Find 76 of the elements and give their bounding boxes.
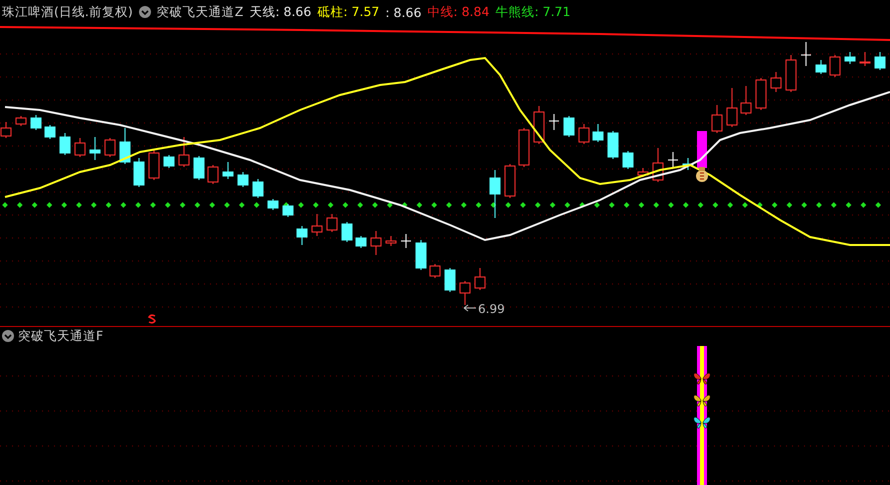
- candlestick: [326, 214, 338, 232]
- candlestick: [296, 226, 308, 246]
- candlestick: [148, 150, 160, 180]
- money-bag-icon: [696, 167, 708, 182]
- candlestick: [90, 136, 100, 160]
- candlestick: [312, 214, 322, 236]
- candlestick: [400, 234, 412, 248]
- low-price-label: 6.99: [478, 302, 505, 316]
- candlestick: [238, 172, 248, 188]
- candlestick: [268, 198, 278, 210]
- dropdown-icon[interactable]: [2, 330, 14, 342]
- candlestick: [194, 156, 204, 180]
- legend-value: 砥柱: 7.57: [317, 4, 380, 20]
- candlestick: [518, 128, 530, 168]
- legend-value: 中线: 8.84: [427, 4, 490, 20]
- candlestick: [490, 170, 500, 218]
- butterfly-icon: [694, 416, 710, 428]
- candlestick: [134, 158, 144, 188]
- candlestick: [16, 116, 26, 126]
- candlestick: [104, 138, 116, 158]
- candlestick: [386, 236, 396, 246]
- candlestick: [342, 222, 352, 242]
- candlestick: [638, 168, 648, 178]
- candlestick: [430, 264, 440, 278]
- indicator-name: 突破飞天通道Z: [156, 4, 244, 20]
- candlestick: [578, 124, 590, 144]
- signal-mark-icon: [148, 314, 156, 324]
- candlestick: [816, 60, 826, 74]
- candlestick: [860, 52, 870, 66]
- legend-value: : 8.66: [385, 4, 422, 20]
- candlestick: [564, 116, 574, 138]
- candlestick: [622, 150, 634, 170]
- butterfly-icon: [694, 394, 710, 406]
- candlestick: [60, 132, 70, 156]
- legend-value: 牛熊线: 7.71: [495, 4, 570, 20]
- butterfly-icon: [694, 372, 710, 384]
- dropdown-icon[interactable]: [138, 6, 151, 18]
- candlestick: [726, 88, 738, 128]
- candlestick: [668, 152, 678, 168]
- indicator-name: 突破飞天通道F: [18, 328, 104, 344]
- low-price-pointer: [464, 304, 476, 312]
- candlestick: [416, 240, 426, 270]
- candlestick: [682, 158, 694, 170]
- candlestick: [208, 164, 218, 184]
- candlestick: [592, 124, 604, 142]
- legend-value: 天线: 8.66: [249, 4, 312, 20]
- candlestick: [252, 178, 264, 198]
- candlestick: [460, 280, 470, 306]
- candlestick: [740, 86, 752, 116]
- candlestick: [608, 130, 618, 160]
- candlestick: [444, 268, 456, 292]
- candlestick: [697, 131, 707, 168]
- candlestick: [756, 78, 766, 110]
- candlestick: [474, 268, 486, 290]
- candlestick: [800, 42, 812, 66]
- candlestick: [844, 52, 856, 64]
- candlestick: [786, 54, 796, 92]
- candlestick: [44, 124, 56, 140]
- candlestick: [74, 138, 86, 158]
- candlestick: [356, 236, 366, 248]
- candlestick: [652, 148, 664, 182]
- candlestick: [548, 114, 560, 130]
- candlestick: [830, 54, 840, 78]
- candlestick: [30, 114, 42, 130]
- candlestick: [164, 154, 174, 168]
- candlestick: [712, 104, 722, 134]
- candlestick: [370, 230, 382, 256]
- candlestick: [222, 162, 234, 180]
- candlestick: [770, 72, 782, 92]
- candlestick: [874, 52, 886, 70]
- candlestick: [534, 106, 544, 144]
- candlestick: [178, 136, 190, 168]
- chart-title: 珠江啤酒(日线.前复权): [2, 4, 133, 20]
- candlestick: [120, 128, 130, 164]
- candlestick: [504, 164, 516, 198]
- candlestick: [282, 204, 294, 218]
